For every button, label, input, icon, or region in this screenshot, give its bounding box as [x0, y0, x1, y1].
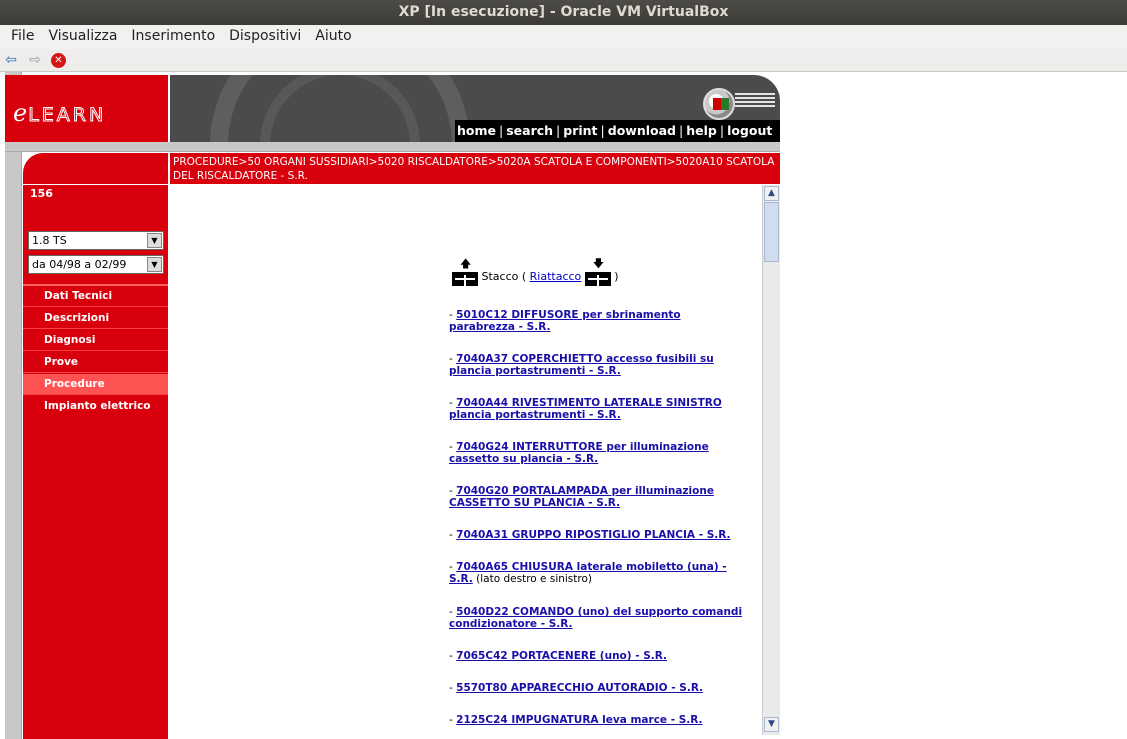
nav-help[interactable]: help	[686, 123, 717, 138]
breadcrumb: PROCEDURE>50 ORGANI SUSSIDIARI>5020 RISC…	[170, 153, 780, 184]
procedure-link[interactable]: 7040G24 INTERRUTTORE per illuminazione c…	[449, 441, 709, 465]
close-paren: )	[614, 270, 619, 283]
forward-arrow-icon[interactable]: ⇨	[27, 52, 43, 68]
top-nav: home | search | print | download | help | logout	[457, 123, 773, 138]
procedure-item: - 5040D22 COMANDO (uno) del supporto com…	[449, 606, 743, 630]
model-code: 156	[30, 187, 53, 200]
breadcrumb-corner	[23, 153, 168, 184]
scroll-up-icon[interactable]: ▲	[764, 186, 779, 201]
procedure-item: - 5570T80 APPARECCHIO AUTORADIO - S.R.	[449, 682, 704, 694]
guest-page: eLEARN home | search | print | download | help | l…	[0, 72, 1127, 739]
procedure-item: - 7040A31 GRUPPO RIPOSTIGLIO PLANCIA - S…	[449, 529, 731, 541]
stacco-label: Stacco (	[481, 270, 527, 283]
left-rail	[5, 72, 22, 739]
procedure-link[interactable]: 5570T80 APPARECCHIO AUTORADIO - S.R.	[456, 682, 703, 694]
window-title: XP [In esecuzione] - Oracle VM VirtualBo…	[0, 0, 1127, 25]
sidebar-item-prove[interactable]: Prove	[23, 352, 168, 373]
sidebar: 156 1.8 TS ▼ da 04/98 a 02/99 ▼ Dati Tec…	[23, 185, 168, 717]
chevron-down-icon[interactable]: ▼	[147, 233, 162, 248]
sidebar-footer	[23, 717, 168, 739]
procedure-link[interactable]: 7040A31 GRUPPO RIPOSTIGLIO PLANCIA - S.R…	[456, 529, 730, 541]
menu-visualizza[interactable]: Visualizza	[37, 25, 124, 48]
procedure-link[interactable]: 7040G20 PORTALAMPADA per illuminazione C…	[449, 485, 714, 509]
nav-print[interactable]: print	[563, 123, 597, 138]
model-select-value: 1.8 TS	[32, 234, 67, 247]
scroll-thumb[interactable]	[764, 202, 779, 262]
separator-row	[5, 142, 780, 152]
procedure-item: - 2125C24 IMPUGNATURA leva marce - S.R.	[449, 714, 703, 726]
procedure-item: - 7065C42 PORTACENERE (uno) - S.R.	[449, 650, 668, 662]
nav-download[interactable]: download	[608, 123, 676, 138]
procedure-item: - 7040G20 PORTALAMPADA per illuminazione…	[449, 485, 714, 509]
procedure-link[interactable]: 2125C24 IMPUGNATURA leva marce - S.R.	[456, 714, 702, 726]
stacco-icon[interactable]: 🡅	[452, 258, 478, 286]
procedure-item: - 7040A44 RIVESTIMENTO LATERALE SINISTRO…	[449, 397, 722, 421]
menu-inserimento[interactable]: Inserimento	[120, 25, 222, 48]
procedure-item: - 5010C12 DIFFUSORE per sbrinamento para…	[449, 309, 681, 333]
header-banner: home | search | print | download | help | logout	[170, 75, 780, 142]
procedure-item: - 7040A37 COPERCHIETTO accesso fusibili …	[449, 353, 714, 377]
sidebar-item-diagnosi[interactable]: Diagnosi	[23, 330, 168, 351]
menu-aiuto[interactable]: Aiuto	[304, 25, 358, 48]
content-scrollbar[interactable]: ▲ ▼	[762, 185, 780, 735]
model-select[interactable]: 1.8 TS ▼	[28, 231, 164, 250]
stop-icon[interactable]: ✕	[51, 53, 66, 68]
sidebar-item-dati-tecnici[interactable]: Dati Tecnici	[23, 286, 168, 307]
sidebar-item-impianto-elettrico[interactable]: Impianto elettrico	[23, 396, 168, 417]
procedure-item: - 7040A65 CHIUSURA laterale mobiletto (u…	[449, 561, 727, 585]
nav-home[interactable]: home	[457, 123, 496, 138]
menu-bar: File Visualizza Inserimento Dispositivi Aiut…	[0, 25, 1127, 49]
procedure-link[interactable]: 5010C12 DIFFUSORE per sbrinamento parabr…	[449, 309, 681, 333]
procedure-link[interactable]: 7040A37 COPERCHIETTO accesso fusibili su…	[449, 353, 714, 377]
date-range-select[interactable]: da 04/98 a 02/99 ▼	[28, 255, 164, 274]
sidebar-item-procedure[interactable]: Procedure	[23, 374, 168, 395]
scroll-down-icon[interactable]: ▼	[764, 717, 779, 732]
procedure-item: - 7040G24 INTERRUTTORE per illuminazione…	[449, 441, 709, 465]
back-arrow-icon[interactable]: ⇦	[3, 52, 19, 68]
menu-file[interactable]: File	[0, 25, 41, 48]
date-range-select-value: da 04/98 a 02/99	[32, 258, 127, 271]
procedure-link[interactable]: 7040A44 RIVESTIMENTO LATERALE SINISTRO p…	[449, 397, 722, 421]
menu-dispositivi[interactable]: Dispositivi	[218, 25, 308, 48]
content-area: 🡅 Stacco ( Riattacco 🡇 ) - 5010C12 DIFFU…	[170, 185, 762, 739]
procedure-link[interactable]: 7065C42 PORTACENERE (uno) - S.R.	[456, 650, 667, 662]
toolbar: ⇦ ⇨ ✕	[0, 49, 1127, 72]
chevron-down-icon[interactable]: ▼	[147, 257, 162, 272]
nav-search[interactable]: search	[506, 123, 553, 138]
alfa-romeo-badge-icon	[703, 88, 735, 120]
riattacco-link[interactable]: Riattacco	[530, 270, 582, 283]
banner-stripes	[735, 93, 775, 109]
stacco-riattacco-row: 🡅 Stacco ( Riattacco 🡇 )	[452, 258, 619, 286]
nav-logout[interactable]: logout	[727, 123, 772, 138]
elearn-logo[interactable]: eLEARN	[5, 75, 168, 142]
riattacco-icon[interactable]: 🡇	[584, 258, 611, 286]
procedure-note: (lato destro e sinistro)	[472, 573, 593, 585]
sidebar-item-descrizioni[interactable]: Descrizioni	[23, 308, 168, 329]
logo-text: eLEARN	[13, 99, 107, 127]
procedure-link[interactable]: 5040D22 COMANDO (uno) del supporto coman…	[449, 606, 742, 630]
